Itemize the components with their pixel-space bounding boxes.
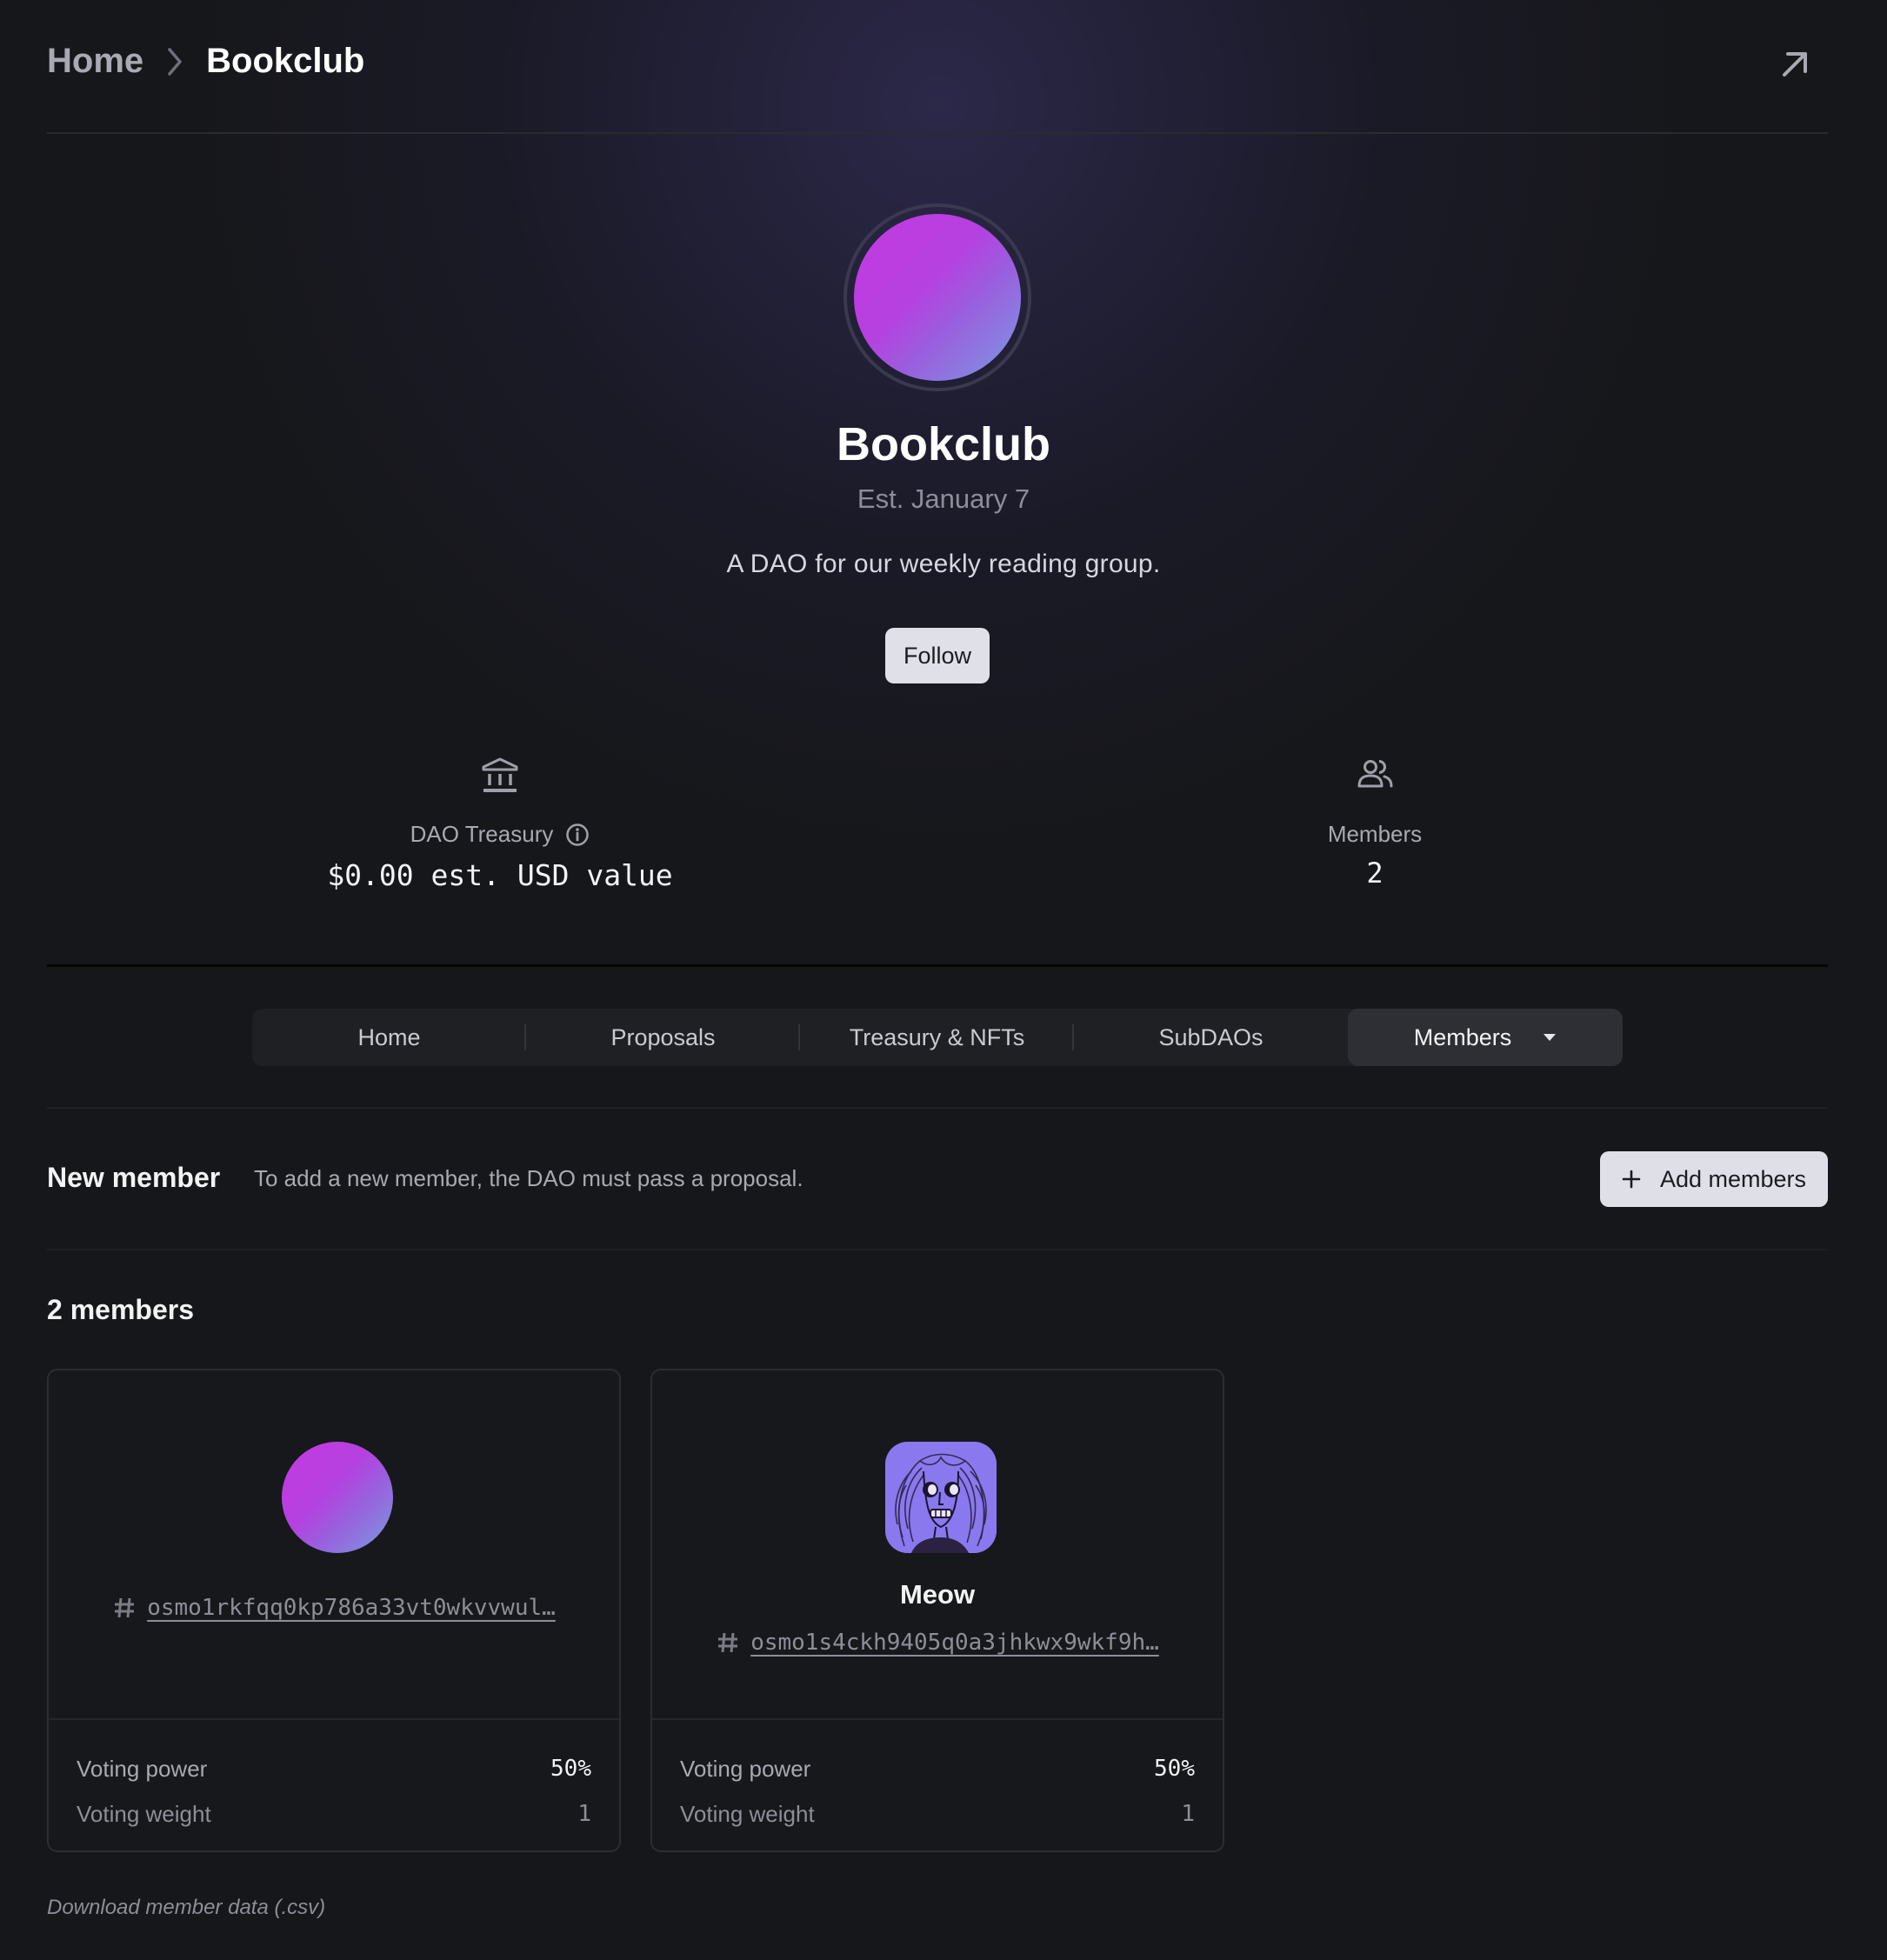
tab-treasury-nfts[interactable]: Treasury & NFTs [800,1009,1074,1066]
treasury-stat: DAO Treasury $0.00 est. USD value [261,757,739,892]
member-card-header: Meow osmo1s4ckh9405q0a3jhkwx9wkf9h… [652,1370,1223,1720]
breadcrumb-home-link[interactable]: Home [47,42,143,81]
member-stats: Voting power 50% Voting weight 1 [680,1746,1195,1837]
members-label-text: Members [1327,821,1423,847]
dao-established-date: Est. January 7 [857,483,1030,514]
member-card-header: osmo1rkfqq0kp786a33vt0wkvvwul… [49,1370,619,1720]
new-member-description: To add a new member, the DAO must pass a… [254,1165,803,1191]
hash-icon [718,1632,738,1653]
hero-divider [47,964,1828,967]
tab-label: Proposals [610,1023,716,1050]
member-address: osmo1rkfqq0kp786a33vt0wkvvwul… [49,1595,619,1621]
dao-avatar [854,214,1021,381]
member-address-link[interactable]: osmo1s4ckh9405q0a3jhkwx9wkf9h… [750,1630,1159,1656]
members-count-value: 2 [1366,857,1384,890]
follow-button[interactable]: Follow [885,628,990,683]
page-header: Home Bookclub [47,0,1828,134]
voting-power-value: 50% [550,1756,591,1782]
tab-members[interactable]: Members [1348,1009,1623,1066]
tab-label: Members [1413,1023,1512,1050]
members-stat: Members 2 [1217,757,1532,890]
breadcrumb-current: Bookclub [206,42,365,80]
voting-power-label: Voting power [680,1755,811,1782]
voting-weight-row: Voting weight 1 [680,1791,1195,1837]
member-card: Meow osmo1s4ckh9405q0a3jhkwx9wkf9h… Voti… [650,1369,1224,1852]
voting-power-label: Voting power [77,1755,208,1782]
tab-subdaos[interactable]: SubDAOs [1074,1009,1348,1066]
new-member-title: New member [47,1162,221,1193]
dao-name: Bookclub [836,418,1050,470]
member-card: osmo1rkfqq0kp786a33vt0wkvvwul… Voting po… [47,1369,621,1852]
member-address: osmo1s4ckh9405q0a3jhkwx9wkf9h… [652,1630,1223,1656]
treasury-label: DAO Treasury [410,821,554,847]
tab-label: Home [357,1023,421,1050]
tab-label: SubDAOs [1158,1023,1264,1050]
member-stats: Voting power 50% Voting weight 1 [77,1746,591,1837]
tab-label: Treasury & NFTs [849,1023,1025,1050]
chevron-right-icon [168,47,182,76]
dao-tabs: Home Proposals Treasury & NFTs SubDAOs M… [252,1009,1623,1066]
caret-down-icon[interactable] [1543,1033,1557,1042]
members-label: Members [1217,821,1532,848]
member-name: Meow [899,1579,976,1610]
users-icon [1357,760,1393,788]
add-members-label: Add members [1659,1165,1807,1192]
breadcrumb: Home Bookclub [47,42,364,81]
voting-power-row: Voting power 50% [680,1746,1195,1791]
treasury-label-row: DAO Treasury [261,821,739,848]
voting-weight-label: Voting weight [77,1800,211,1827]
voting-weight-value: 1 [577,1801,591,1827]
hash-icon [115,1597,135,1618]
voting-weight-row: Voting weight 1 [77,1791,591,1837]
voting-weight-label: Voting weight [680,1800,815,1827]
add-members-button[interactable]: Add members [1600,1151,1828,1207]
member-avatar [282,1442,393,1553]
treasury-value: $0.00 est. USD value [327,858,673,892]
info-icon[interactable] [565,823,590,847]
member-address-link[interactable]: osmo1rkfqq0kp786a33vt0wkvvwul… [147,1595,556,1621]
voting-power-row: Voting power 50% [77,1746,591,1791]
dao-members-page: Home Bookclub Bookclub Est. January 7 A … [0,0,1887,1960]
new-member-divider [47,1249,1828,1250]
download-csv-link[interactable]: Download member data (.csv) [47,1896,325,1920]
bank-icon [482,757,518,792]
dao-description: A DAO for our weekly reading group. [726,550,1161,578]
tab-home[interactable]: Home [252,1009,526,1066]
voting-weight-value: 1 [1181,1801,1195,1827]
arrow-up-right-icon[interactable] [1779,49,1810,80]
tab-proposals[interactable]: Proposals [526,1009,800,1066]
plus-icon [1622,1170,1641,1189]
drawn-face-image [885,1442,997,1553]
members-count-heading: 2 members [47,1294,194,1325]
voting-power-value: 50% [1154,1756,1195,1782]
tabs-divider [47,1107,1828,1109]
member-avatar [885,1442,997,1553]
